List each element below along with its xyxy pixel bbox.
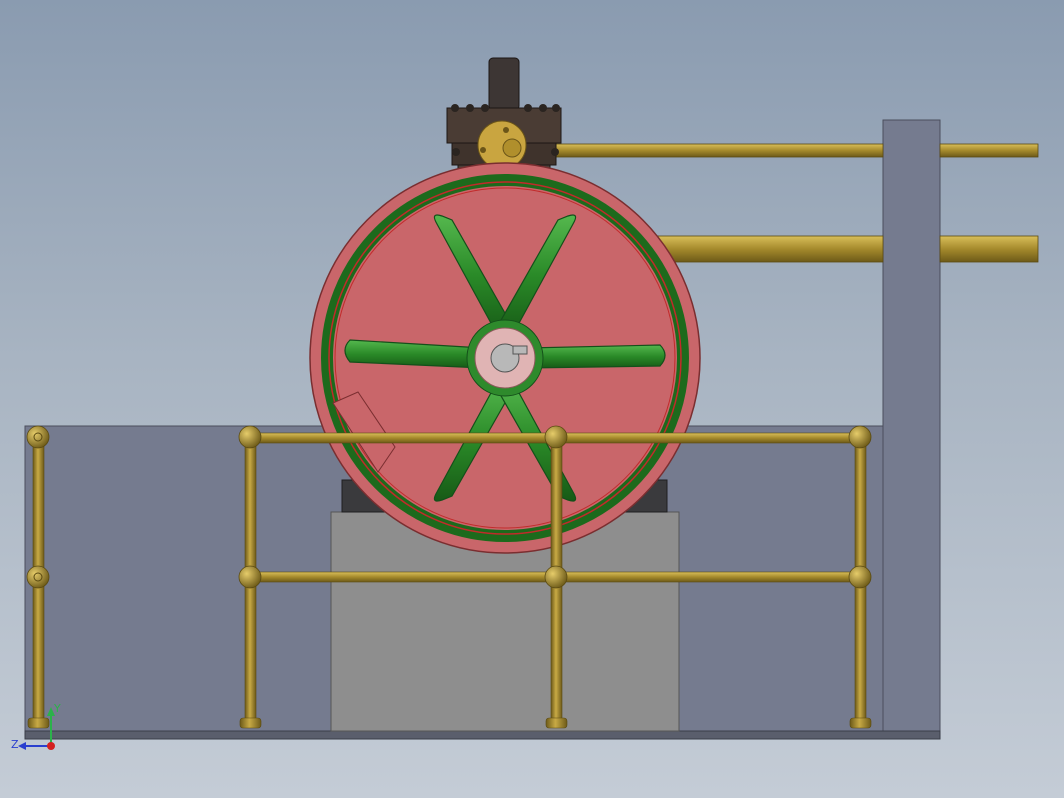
y-axis-label: Y bbox=[53, 702, 61, 715]
flywheel[interactable] bbox=[309, 162, 701, 554]
steam-pipe-upper[interactable] bbox=[519, 143, 1039, 158]
base-floor-strip[interactable] bbox=[24, 730, 941, 740]
cad-viewport[interactable]: Y Z bbox=[0, 0, 1064, 798]
z-axis-label: Z bbox=[11, 738, 19, 751]
side-column[interactable] bbox=[882, 119, 941, 732]
axis-triad-icon[interactable]: Y Z bbox=[8, 700, 68, 760]
steam-engine-model[interactable] bbox=[0, 0, 1064, 798]
